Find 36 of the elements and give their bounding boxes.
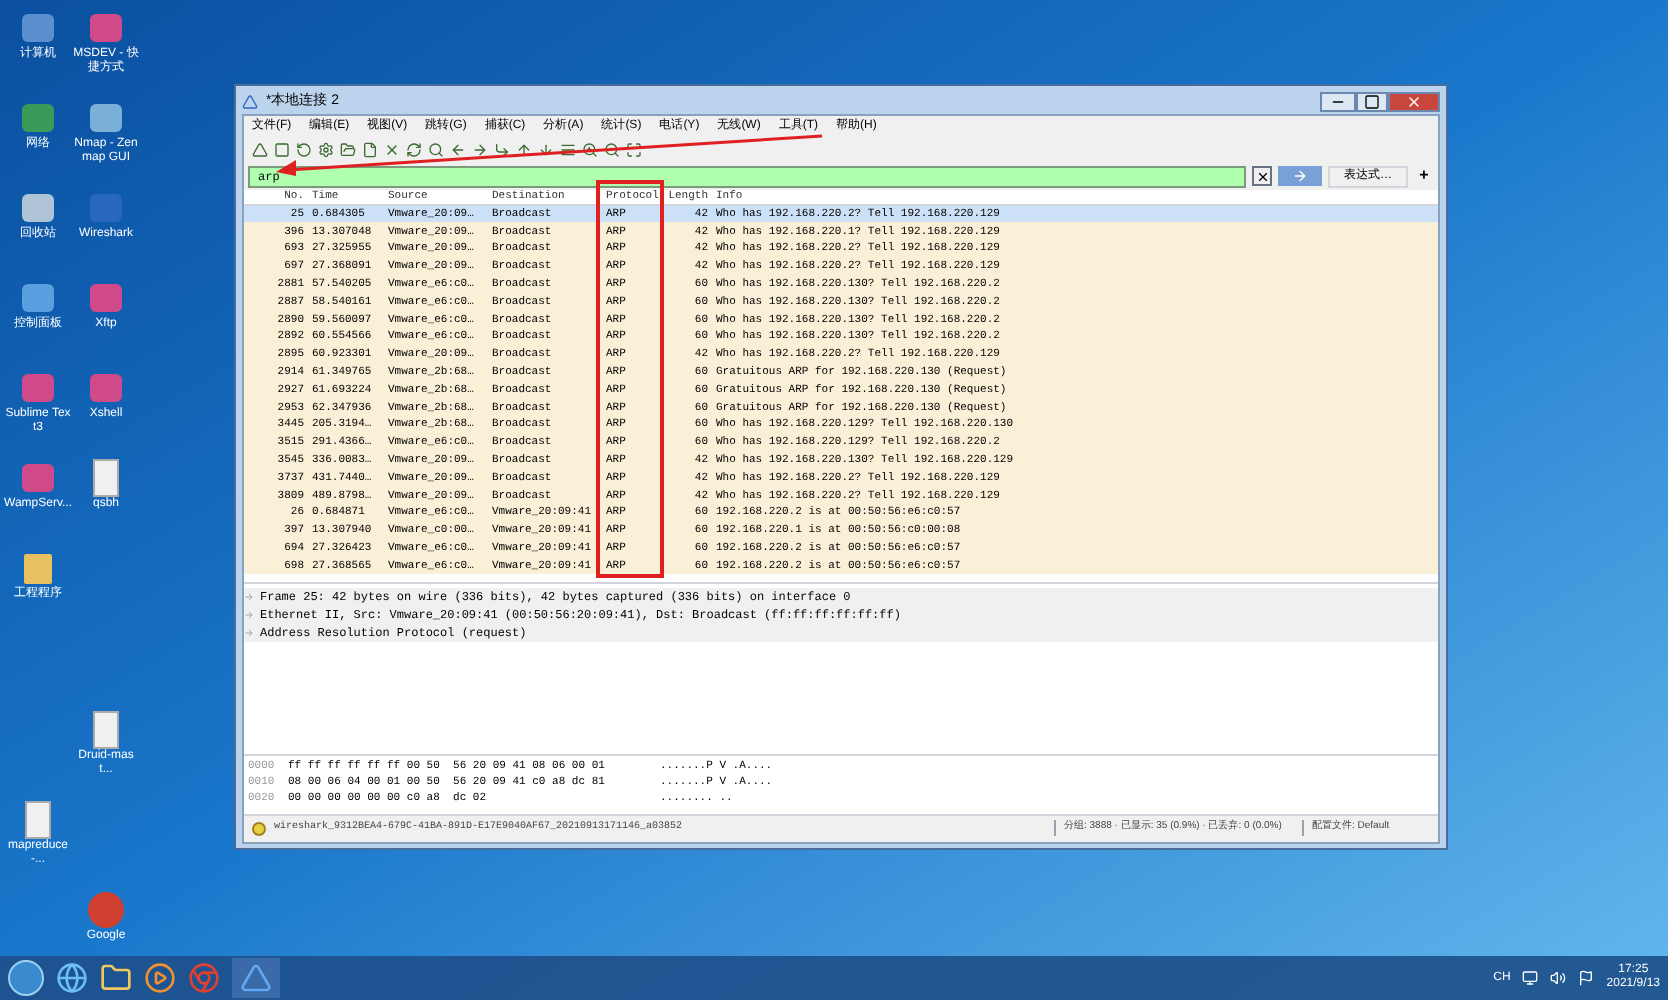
flag-icon[interactable] (1578, 970, 1595, 986)
search-icon[interactable] (428, 142, 444, 158)
close-icon[interactable] (384, 142, 400, 158)
media-icon[interactable] (144, 962, 176, 994)
app-icon (242, 94, 258, 111)
start-button[interactable] (8, 960, 44, 996)
clear-button[interactable] (1252, 166, 1272, 186)
first-icon[interactable] (516, 142, 532, 158)
globe-icon[interactable] (56, 962, 88, 994)
folder-icon[interactable] (18, 548, 58, 588)
close-icon (1255, 169, 1269, 183)
maximize-icon[interactable] (1356, 92, 1388, 113)
restart-icon[interactable] (296, 142, 312, 158)
arrow-icon (1292, 168, 1308, 184)
list-icon[interactable] (560, 142, 576, 158)
stop-icon[interactable] (274, 142, 290, 158)
last-icon[interactable] (538, 142, 554, 158)
status-icon[interactable] (252, 821, 266, 835)
window-controls[interactable] (1320, 92, 1440, 113)
volume-icon[interactable] (1550, 970, 1567, 986)
monitor-icon[interactable] (1522, 970, 1539, 986)
open-icon[interactable] (340, 142, 356, 158)
folder-icon[interactable] (100, 962, 132, 994)
app-icon[interactable] (18, 278, 58, 318)
zoom-out-icon[interactable] (604, 142, 620, 158)
minimize-icon[interactable] (1320, 92, 1356, 113)
app-icon[interactable] (86, 98, 126, 138)
reload-icon[interactable] (406, 142, 422, 158)
add-button[interactable]: + (1414, 165, 1434, 187)
file-icon[interactable] (362, 142, 378, 158)
resize-icon[interactable] (626, 142, 642, 158)
zoom-in-icon[interactable] (582, 142, 598, 158)
back-icon[interactable] (450, 142, 466, 158)
settings-icon[interactable] (318, 142, 334, 158)
forward-icon[interactable] (472, 142, 488, 158)
jump-icon[interactable] (494, 142, 510, 158)
